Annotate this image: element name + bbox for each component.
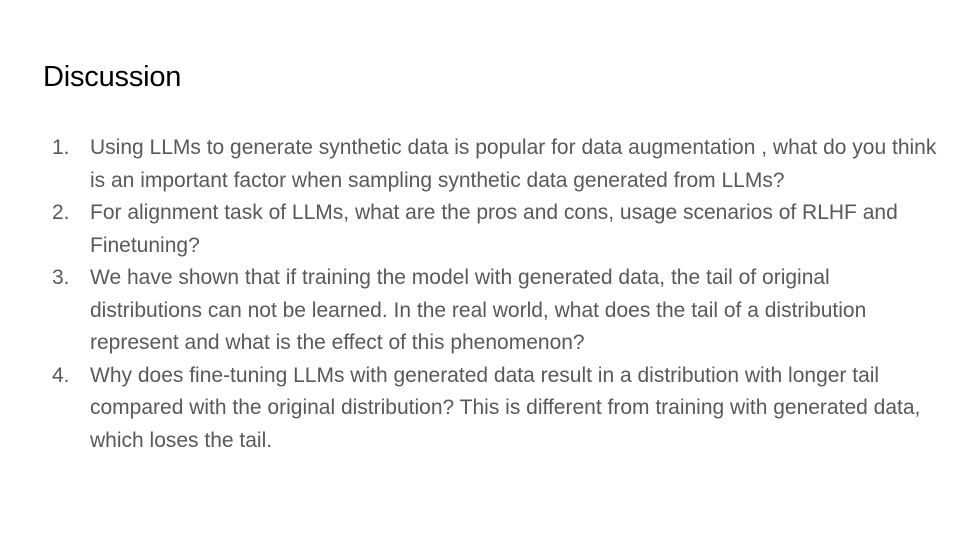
list-item-text: Why does fine-tuning LLMs with generated… [90, 363, 921, 452]
slide: Discussion 1. Using LLMs to generate syn… [0, 0, 960, 540]
list-item-number: 1. [52, 136, 70, 159]
list-item: 1. Using LLMs to generate synthetic data… [52, 132, 947, 197]
list-item-number: 4. [52, 363, 70, 387]
list-item-text: For alignment task of LLMs, what are the… [90, 201, 898, 257]
list-item-number: 3. [52, 266, 70, 289]
discussion-question-list: 1. Using LLMs to generate synthetic data… [52, 132, 947, 457]
slide-title: Discussion [43, 61, 182, 93]
list-item-text: Using LLMs to generate synthetic data is… [90, 136, 937, 192]
list-item: 3. We have shown that if training the mo… [52, 262, 947, 360]
list-item-text: We have shown that if training the model… [90, 266, 867, 354]
list-item: 4. Why does fine-tuning LLMs with genera… [52, 360, 947, 458]
list-item-number: 2. [52, 201, 70, 224]
list-item: 2. For alignment task of LLMs, what are … [52, 197, 947, 262]
